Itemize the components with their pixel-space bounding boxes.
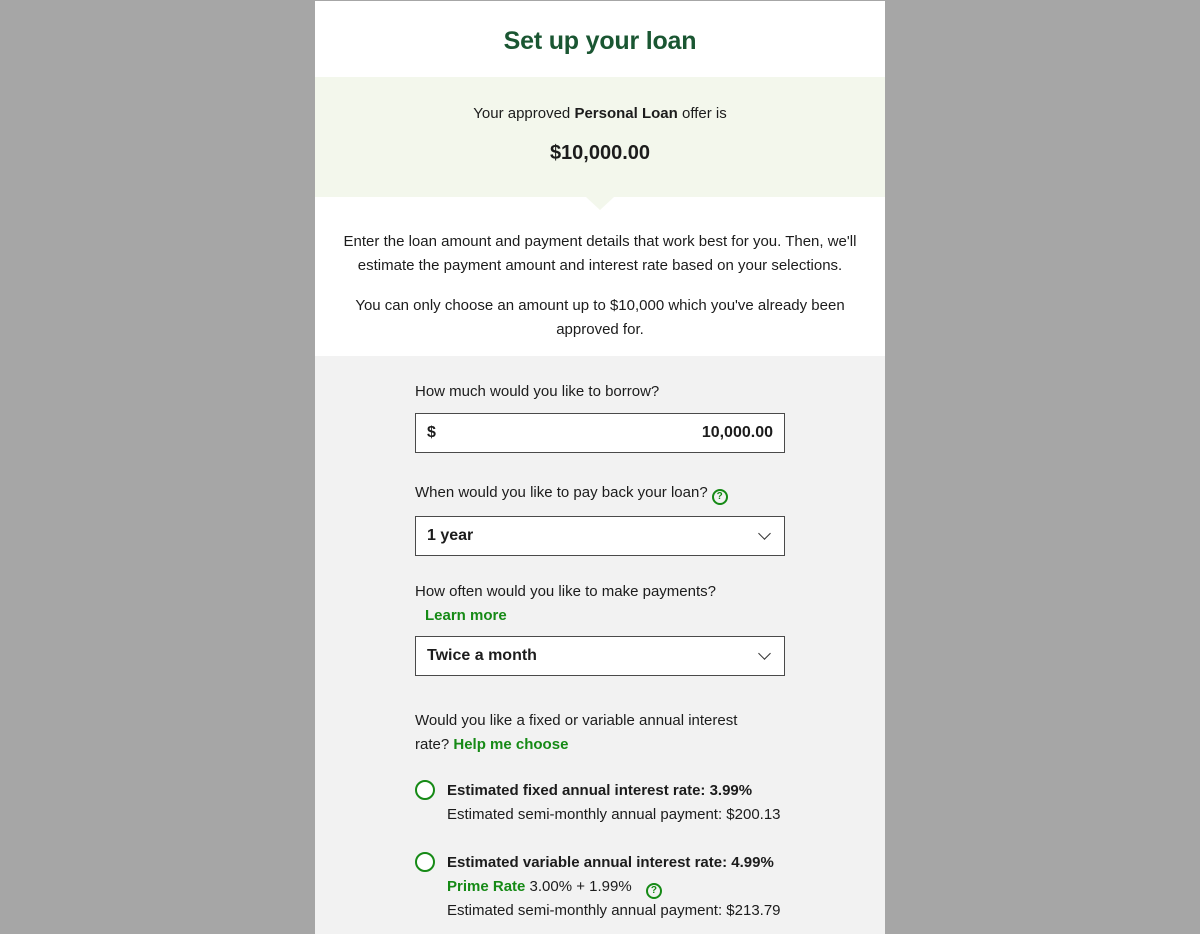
loan-setup-dialog: Set up your loan Your approved Personal … [315, 1, 885, 934]
variable-rate-text: Estimated variable annual interest rate:… [447, 851, 781, 923]
loan-form: How much would you like to borrow? $ 10,… [315, 356, 885, 934]
borrow-amount-input[interactable]: $ 10,000.00 [415, 413, 785, 453]
intro-paragraph-2: You can only choose an amount up to $10,… [355, 297, 845, 338]
currency-symbol: $ [427, 424, 436, 441]
prime-rate-value: 3.00% + 1.99% [529, 878, 632, 895]
borrow-amount-value[interactable]: 10,000.00 [436, 424, 773, 442]
chevron-down-icon [758, 527, 771, 540]
term-select[interactable]: 1 year [415, 516, 785, 556]
offer-suffix: offer is [681, 105, 727, 122]
fixed-rate-option[interactable]: Estimated fixed annual interest rate: 3.… [415, 779, 885, 827]
question-circle-icon[interactable]: ? [645, 883, 662, 899]
fixed-rate-text: Estimated fixed annual interest rate: 3.… [447, 779, 781, 827]
learn-more-link[interactable]: Learn more [425, 606, 885, 626]
page-title: Set up your loan [503, 27, 697, 55]
intro-paragraph-1: Enter the loan amount and payment detail… [343, 233, 857, 274]
fixed-rate-radio[interactable] [415, 780, 435, 800]
term-label: When would you like to pay back your loa… [415, 483, 885, 505]
variable-rate-option[interactable]: Estimated variable annual interest rate:… [415, 851, 885, 923]
frequency-selected-value: Twice a month [427, 647, 537, 664]
variable-rate-title: Estimated variable annual interest rate:… [447, 854, 774, 871]
rate-type-label: Would you like a fixed or variable annua… [415, 709, 775, 757]
frequency-select[interactable]: Twice a month [415, 636, 785, 676]
offer-product: Personal Loan [574, 105, 678, 122]
borrow-label: How much would you like to borrow? [415, 383, 660, 400]
prime-rate-link[interactable]: Prime Rate [447, 878, 525, 895]
prime-rate-line: Prime Rate 3.00% + 1.99% ? [447, 875, 781, 899]
term-label-text: When would you like to pay back your loa… [415, 484, 708, 501]
fixed-rate-title: Estimated fixed annual interest rate: 3.… [447, 782, 753, 799]
variable-rate-payment: Estimated semi-monthly annual payment: $… [447, 902, 781, 919]
question-circle-icon[interactable]: ? [711, 489, 728, 505]
help-me-choose-link[interactable]: Help me choose [453, 736, 568, 753]
offer-prefix: Your approved [473, 105, 571, 122]
chevron-down-icon [758, 647, 771, 660]
frequency-label: How often would you like to make payment… [415, 583, 716, 600]
fixed-rate-payment: Estimated semi-monthly annual payment: $… [447, 806, 781, 823]
offer-pointer [586, 197, 614, 210]
variable-rate-radio[interactable] [415, 852, 435, 872]
offer-text: Your approved Personal Loan offer is [315, 77, 885, 122]
offer-banner: Your approved Personal Loan offer is $10… [315, 77, 885, 210]
offer-amount: $10,000.00 [549, 142, 651, 164]
term-selected-value: 1 year [427, 527, 474, 544]
intro-text: Enter the loan amount and payment detail… [315, 197, 885, 356]
